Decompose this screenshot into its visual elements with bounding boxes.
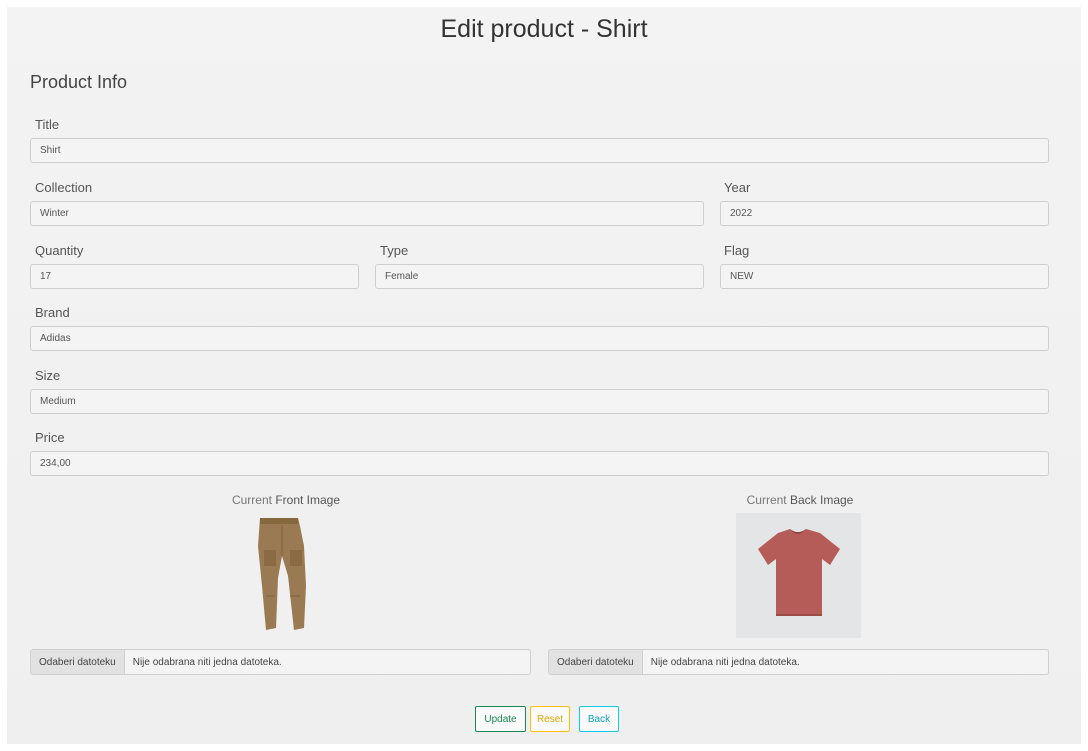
front-choose-file-button[interactable]: Odaberi datoteku (31, 650, 125, 674)
collection-input[interactable]: Winter (30, 201, 704, 226)
back-product-image (736, 513, 861, 638)
page-title: Edit product - Shirt (440, 15, 648, 43)
size-input[interactable]: Medium (30, 389, 1049, 414)
brand-input[interactable]: Adidas (30, 326, 1049, 351)
quantity-label: Quantity (35, 243, 84, 258)
front-file-status: Nije odabrana niti jedna datoteka. (132, 656, 282, 668)
back-file-status: Nije odabrana niti jedna datoteka. (650, 656, 800, 668)
year-label: Year (724, 180, 751, 195)
title-label: Title (35, 117, 60, 132)
flag-input[interactable]: NEW (720, 264, 1049, 289)
brand-label: Brand (35, 305, 70, 320)
reset-button[interactable]: Reset (530, 706, 570, 732)
type-input[interactable]: Female (375, 264, 704, 289)
front-product-image (252, 516, 312, 642)
size-label: Size (35, 368, 61, 383)
back-image-caption-main: Back Image (789, 493, 854, 507)
price-input[interactable]: 234,00 (30, 451, 1049, 476)
front-image-caption: Current Front Image (186, 493, 386, 507)
flag-label: Flag (724, 243, 750, 258)
section-title: Product Info (30, 72, 128, 92)
back-button[interactable]: Back (579, 706, 619, 732)
quantity-input[interactable]: 17 (30, 264, 359, 289)
edit-product-card (7, 7, 1081, 744)
back-image-file-input[interactable]: Odaberi datoteku Nije odabrana niti jedn… (548, 649, 1049, 675)
price-label: Price (35, 430, 65, 445)
collection-label: Collection (35, 180, 93, 195)
back-image-caption: Current Back Image (700, 493, 900, 507)
title-input[interactable]: Shirt (30, 138, 1049, 163)
year-input[interactable]: 2022 (720, 201, 1049, 226)
front-image-caption-prefix: Current (231, 493, 272, 507)
back-choose-file-button[interactable]: Odaberi datoteku (549, 650, 643, 674)
front-image-caption-main: Front Image (275, 493, 341, 507)
back-image-caption-prefix: Current (746, 493, 787, 507)
type-label: Type (380, 243, 409, 258)
front-image-file-input[interactable]: Odaberi datoteku Nije odabrana niti jedn… (30, 649, 531, 675)
update-button[interactable]: Update (475, 706, 526, 732)
